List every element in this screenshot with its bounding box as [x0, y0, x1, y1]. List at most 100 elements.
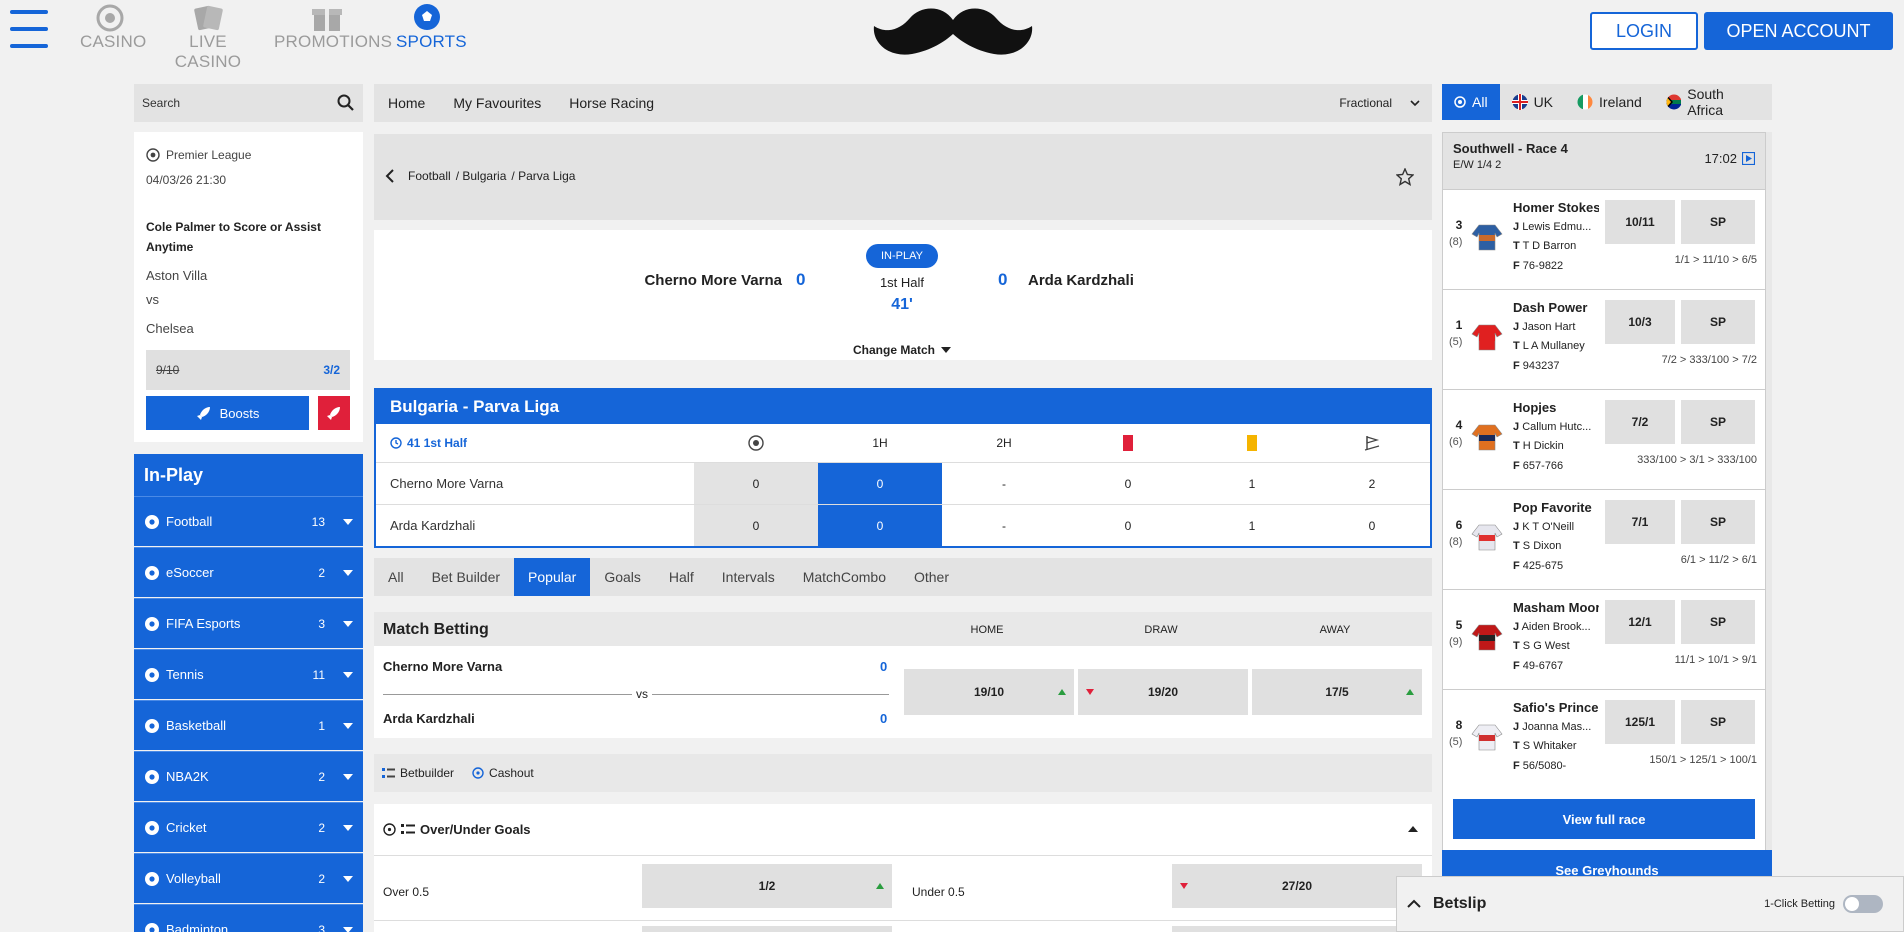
cashout-filter[interactable]: Cashout	[472, 766, 534, 780]
sport-icon	[145, 922, 159, 932]
runner-odds-button[interactable]: 10/11	[1605, 200, 1675, 244]
chevron-down-icon[interactable]	[343, 722, 353, 729]
form-figures: 657-766	[1522, 460, 1564, 472]
tab-matchcombo[interactable]: MatchCombo	[789, 558, 900, 596]
login-button[interactable]: LOGIN	[1590, 12, 1698, 50]
over-odds-button[interactable]: 1/2	[642, 864, 892, 908]
tab-intervals[interactable]: Intervals	[708, 558, 789, 596]
football-icon	[414, 4, 440, 30]
sidebar-sport-badminton[interactable]: Badminton 3	[134, 904, 363, 932]
runner-trainer: T S Dixon	[1513, 540, 1562, 552]
runner-jockey: J Aiden Brook...	[1513, 621, 1591, 633]
runner-price-history: 7/2 > 333/100 > 7/2	[1661, 354, 1757, 366]
market-away-team: Arda Kardzhali	[383, 711, 475, 726]
chevron-down-icon[interactable]	[343, 773, 353, 780]
chevron-down-icon[interactable]	[343, 518, 353, 525]
nav-live-casino[interactable]: LIVE CASINO	[158, 2, 258, 72]
boosts-button[interactable]: Boosts	[146, 396, 309, 430]
breadcrumb-bulgaria[interactable]: / Bulgaria	[456, 169, 507, 183]
breadcrumb-football[interactable]: Football	[408, 169, 451, 183]
odds-format-select[interactable]: Fractional	[1325, 96, 1420, 110]
jockey-name: K T O'Neill	[1522, 521, 1575, 533]
search-icon[interactable]	[337, 94, 355, 112]
sidebar-sport-basketball[interactable]: Basketball 1	[134, 700, 363, 750]
filter-all-label: All	[1472, 94, 1488, 110]
home-odds-button[interactable]: 19/10	[904, 669, 1074, 715]
collapse-chevron-icon[interactable]	[1408, 826, 1418, 832]
chevron-down-icon[interactable]	[343, 926, 353, 932]
team-stats-row: Arda Kardzhali 0 0-0 1 0	[376, 504, 1430, 546]
sidebar-sport-nba2k[interactable]: NBA2K 2	[134, 751, 363, 801]
hamburger-menu-icon[interactable]	[10, 8, 48, 50]
runner-sp-button[interactable]: SP	[1681, 700, 1755, 744]
away-odds-button[interactable]: 17/5	[1252, 669, 1422, 715]
subnav-favourites[interactable]: My Favourites	[453, 95, 541, 111]
star-icon[interactable]	[1396, 168, 1414, 186]
jockey-silks-icon	[1471, 724, 1503, 751]
subnav-home[interactable]: Home	[388, 95, 425, 111]
tab-all[interactable]: All	[374, 558, 418, 596]
chevron-up-icon[interactable]	[1407, 899, 1421, 909]
sidebar-sport-cricket[interactable]: Cricket 2	[134, 802, 363, 852]
nav-sports[interactable]: SPORTS	[396, 2, 467, 52]
sidebar-sport-fifa-esports[interactable]: FIFA Esports 3	[134, 598, 363, 648]
sidebar-sport-tennis[interactable]: Tennis 11	[134, 649, 363, 699]
sidebar-sport-volleyball[interactable]: Volleyball 2	[134, 853, 363, 903]
betbuilder-filter[interactable]: Betbuilder	[382, 766, 454, 780]
chevron-down-icon[interactable]	[343, 875, 353, 882]
nav-promotions[interactable]: PROMOTIONS	[274, 2, 392, 52]
stat-h2: -	[942, 505, 1066, 546]
boost-odds-button[interactable]: 9/10 3/2	[146, 350, 350, 390]
chevron-down-icon[interactable]	[343, 620, 353, 627]
mustache-logo[interactable]	[872, 4, 1034, 60]
live-stream-icon[interactable]	[1742, 152, 1755, 165]
filter-uk[interactable]: UK	[1500, 84, 1565, 120]
sport-count: 3	[318, 616, 325, 631]
race-scrollbar[interactable]	[1766, 132, 1772, 852]
runner-jockey: J Jason Hart	[1513, 321, 1576, 333]
filter-all[interactable]: All	[1442, 84, 1500, 120]
sidebar-sport-football[interactable]: Football 13	[134, 496, 363, 546]
open-account-button[interactable]: OPEN ACCOUNT	[1704, 12, 1893, 50]
sport-count: 11	[312, 667, 325, 682]
chevron-down-icon[interactable]	[343, 671, 353, 678]
runner-sp-button[interactable]: SP	[1681, 500, 1755, 544]
runner-row: 6 (8) Pop Favorite J K T O'Neill T S Dixon F …	[1443, 489, 1765, 588]
chevron-down-icon[interactable]	[343, 824, 353, 831]
betslip-bar[interactable]: Betslip 1-Click Betting	[1396, 876, 1904, 932]
runner-sp-button[interactable]: SP	[1681, 600, 1755, 644]
breadcrumb-league[interactable]: / Parva Liga	[511, 169, 575, 183]
under-odds-button[interactable]: 27/20	[1172, 864, 1422, 908]
runner-sp-button[interactable]: SP	[1681, 300, 1755, 344]
tab-goals[interactable]: Goals	[590, 558, 655, 596]
boosts-button-label: Boosts	[219, 405, 260, 421]
search-input[interactable]: Search	[134, 84, 363, 122]
filter-south-africa[interactable]: South Africa	[1654, 84, 1772, 120]
one-click-toggle[interactable]	[1843, 895, 1883, 913]
draw-odds-button[interactable]: 19/20	[1078, 669, 1248, 715]
filter-ireland[interactable]: Ireland	[1565, 84, 1654, 120]
sidebar-sport-esoccer[interactable]: eSoccer 2	[134, 547, 363, 597]
tab-half[interactable]: Half	[655, 558, 708, 596]
second-half-header: 2H	[996, 436, 1012, 450]
runner-sp-button[interactable]: SP	[1681, 400, 1755, 444]
race-header[interactable]: Southwell - Race 4 E/W 1/4 2 17:02	[1443, 133, 1765, 189]
change-match-dropdown[interactable]: Change Match	[814, 343, 990, 357]
runner-odds-button[interactable]: 125/1	[1605, 700, 1675, 744]
tab-popular[interactable]: Popular	[514, 558, 591, 596]
tab-other[interactable]: Other	[900, 558, 963, 596]
runner-sp-button[interactable]: SP	[1681, 200, 1755, 244]
sport-count: 2	[318, 871, 325, 886]
runner-odds-button[interactable]: 12/1	[1605, 600, 1675, 644]
view-full-race-button[interactable]: View full race	[1453, 799, 1755, 839]
runner-odds-button[interactable]: 7/2	[1605, 400, 1675, 444]
subnav-horse-racing[interactable]: Horse Racing	[569, 95, 654, 111]
rocket-button[interactable]	[318, 396, 350, 430]
runner-odds-button[interactable]: 7/1	[1605, 500, 1675, 544]
runner-name: Safio's Prince...	[1513, 700, 1599, 715]
nav-casino[interactable]: CASINO	[80, 2, 146, 52]
chevron-down-icon[interactable]	[343, 569, 353, 576]
tab-bet-builder[interactable]: Bet Builder	[418, 558, 514, 596]
runner-odds-button[interactable]: 10/3	[1605, 300, 1675, 344]
back-arrow-icon[interactable]	[384, 168, 396, 184]
